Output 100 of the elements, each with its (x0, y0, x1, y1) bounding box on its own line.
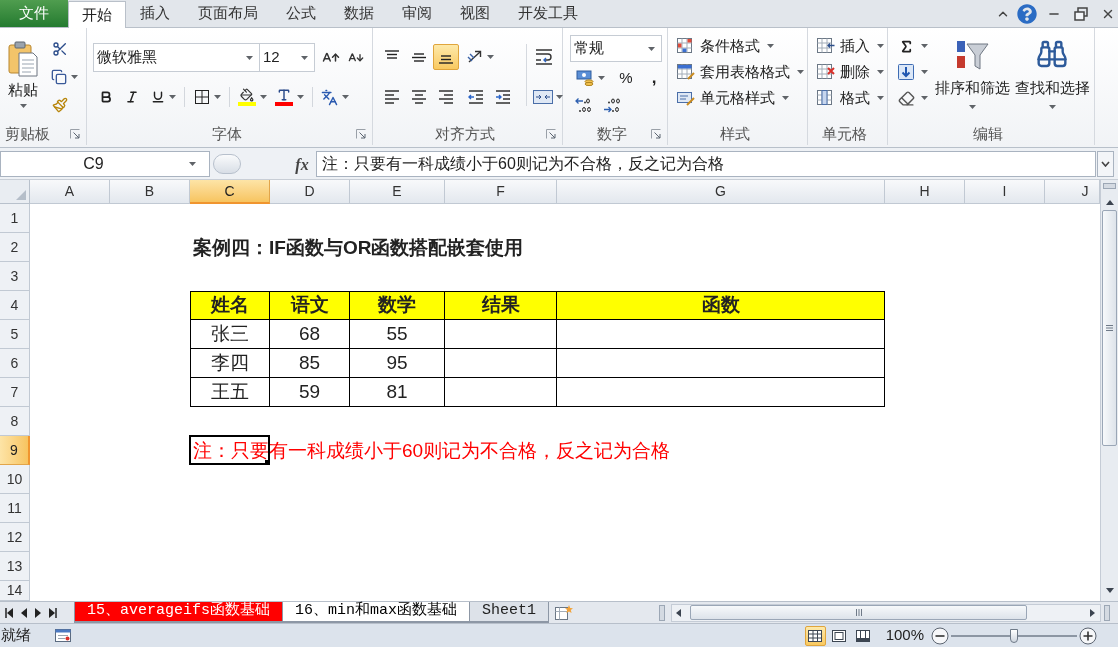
column-header[interactable]: B (110, 180, 190, 204)
row-header[interactable]: 3 (0, 262, 30, 291)
row-header[interactable]: 4 (0, 291, 30, 320)
paste-button[interactable]: 粘贴 (4, 38, 42, 109)
first-sheet-arrow-icon[interactable] (5, 607, 13, 618)
insert-cells-icon (817, 38, 835, 54)
group-label: 对齐方式 (434, 124, 495, 144)
dialog-launcher-icon[interactable] (356, 129, 366, 140)
cells-menu-button[interactable]: 插入 (816, 34, 887, 58)
scroll-down-arrow-icon[interactable] (1105, 588, 1114, 593)
previous-sheet-arrow-icon[interactable] (21, 607, 27, 618)
borders-icon (195, 90, 209, 104)
ribbon-tab[interactable]: 公式 (272, 0, 330, 27)
cells-menu-button[interactable]: 格式 (816, 86, 887, 110)
sheet-tab[interactable]: Sheet1 (469, 602, 550, 623)
row-header[interactable]: 10 (0, 465, 30, 494)
row-header[interactable]: 8 (0, 407, 30, 436)
copy-button[interactable] (50, 67, 79, 87)
splitter-handle[interactable] (213, 153, 241, 174)
ribbon-tab[interactable]: 页面布局 (184, 0, 272, 27)
split-box-handle[interactable] (1104, 604, 1110, 621)
caret-icon (19, 104, 27, 108)
comma-button[interactable]: , (643, 67, 665, 89)
row-header[interactable]: 2 (0, 233, 30, 262)
column-header[interactable]: H (885, 180, 965, 204)
zoom-slider[interactable] (951, 628, 1077, 643)
ribbon-tab[interactable]: 数据 (330, 0, 388, 27)
scroll-right-arrow-icon[interactable] (1090, 608, 1095, 617)
scrollbar-thumb[interactable] (1102, 210, 1117, 446)
scroll-up-arrow-icon[interactable] (1105, 200, 1114, 205)
file-tab[interactable]: 文件 (0, 0, 68, 27)
row-header[interactable]: 13 (0, 552, 30, 581)
column-header[interactable]: G (557, 180, 885, 204)
ribbon-tab[interactable]: 插入 (126, 0, 184, 27)
ribbon-tab[interactable]: 审阅 (388, 0, 446, 27)
row-header[interactable]: 6 (0, 349, 30, 378)
sort-filter-button[interactable]: 排序和筛选 (933, 34, 1011, 110)
zoom-slider-thumb[interactable] (1010, 628, 1018, 643)
sheet-tab[interactable]: 15、averageifs函数基础 (74, 602, 284, 623)
dialog-launcher-icon[interactable] (546, 129, 556, 140)
fill-down-icon (898, 64, 914, 80)
row-header[interactable]: 12 (0, 523, 30, 552)
row-header[interactable]: 9 (0, 436, 30, 465)
percent-button[interactable]: % (615, 67, 637, 89)
name-box[interactable]: C9 (0, 150, 210, 177)
bold-icon (99, 90, 113, 104)
row-header[interactable]: 1 (0, 204, 30, 233)
insert-function-button[interactable]: fx (291, 152, 313, 175)
ribbon-tab[interactable]: 开发工具 (504, 0, 592, 27)
dialog-launcher-icon[interactable] (70, 129, 80, 139)
styles-menu-button[interactable]: 单元格样式 (676, 86, 792, 110)
column-header[interactable]: F (445, 180, 557, 204)
column-header[interactable]: I (965, 180, 1045, 204)
sheet-tab[interactable]: 16、min和max函数基础 (282, 602, 471, 623)
cells-menu-button[interactable]: 删除 (816, 60, 887, 84)
format-painter-button[interactable] (50, 95, 70, 115)
expand-formula-button[interactable] (1097, 150, 1114, 177)
help-icon[interactable] (1017, 3, 1037, 24)
ribbon-tab[interactable]: 视图 (446, 0, 504, 27)
column-header[interactable]: J (1045, 180, 1100, 204)
caret-icon (71, 75, 78, 79)
caret-icon (556, 95, 563, 99)
font-size-dropdown[interactable]: 12 (259, 43, 315, 72)
fill-handle[interactable] (265, 460, 270, 465)
restore-icon[interactable] (1074, 6, 1088, 21)
zoom-in-icon[interactable] (1079, 626, 1097, 645)
column-header[interactable]: E (350, 180, 445, 204)
split-box-handle[interactable] (1103, 183, 1116, 189)
scrollbar-thumb[interactable] (690, 605, 1027, 620)
vertical-align-button[interactable] (433, 44, 459, 70)
row-header[interactable]: 7 (0, 378, 30, 407)
number-format-dropdown[interactable]: 常规 (570, 35, 662, 62)
column-header[interactable]: C (190, 180, 270, 204)
money-icon (576, 70, 594, 86)
sheet-macro-icon[interactable] (55, 629, 71, 642)
row-header[interactable]: 14 (0, 581, 30, 601)
scroll-left-arrow-icon[interactable] (676, 608, 681, 617)
row-header[interactable]: 11 (0, 494, 30, 523)
insert-sheet-icon[interactable] (555, 605, 574, 620)
split-box-handle[interactable] (659, 604, 665, 621)
fill-color-button[interactable] (237, 86, 268, 108)
ribbon-tab[interactable]: 开始 (68, 1, 126, 28)
table-header-cell: 数学 (350, 291, 445, 320)
find-select-button[interactable]: 查找和选择 (1013, 34, 1091, 110)
font-name-dropdown[interactable]: 微软雅黑 (93, 43, 260, 72)
styles-menu-button[interactable]: 条件格式 (676, 34, 777, 58)
zoom-level-text[interactable]: 100% (885, 624, 924, 647)
column-header[interactable]: A (30, 180, 110, 204)
caret-icon (648, 46, 655, 51)
caret-icon (921, 70, 928, 74)
styles-menu-button[interactable]: 套用表格格式 (676, 60, 807, 84)
merge-cells-icon (533, 90, 553, 104)
formula-input[interactable]: 注：只要有一科成绩小于60则记为不合格，反之记为合格 (316, 150, 1096, 177)
view-button[interactable] (804, 625, 826, 646)
row-header[interactable]: 5 (0, 320, 30, 349)
last-sheet-arrow-icon[interactable] (49, 607, 57, 618)
next-sheet-arrow-icon[interactable] (35, 607, 41, 618)
zoom-out-icon[interactable] (931, 626, 949, 645)
column-header[interactable]: D (270, 180, 350, 204)
dialog-launcher-icon[interactable] (651, 129, 661, 140)
